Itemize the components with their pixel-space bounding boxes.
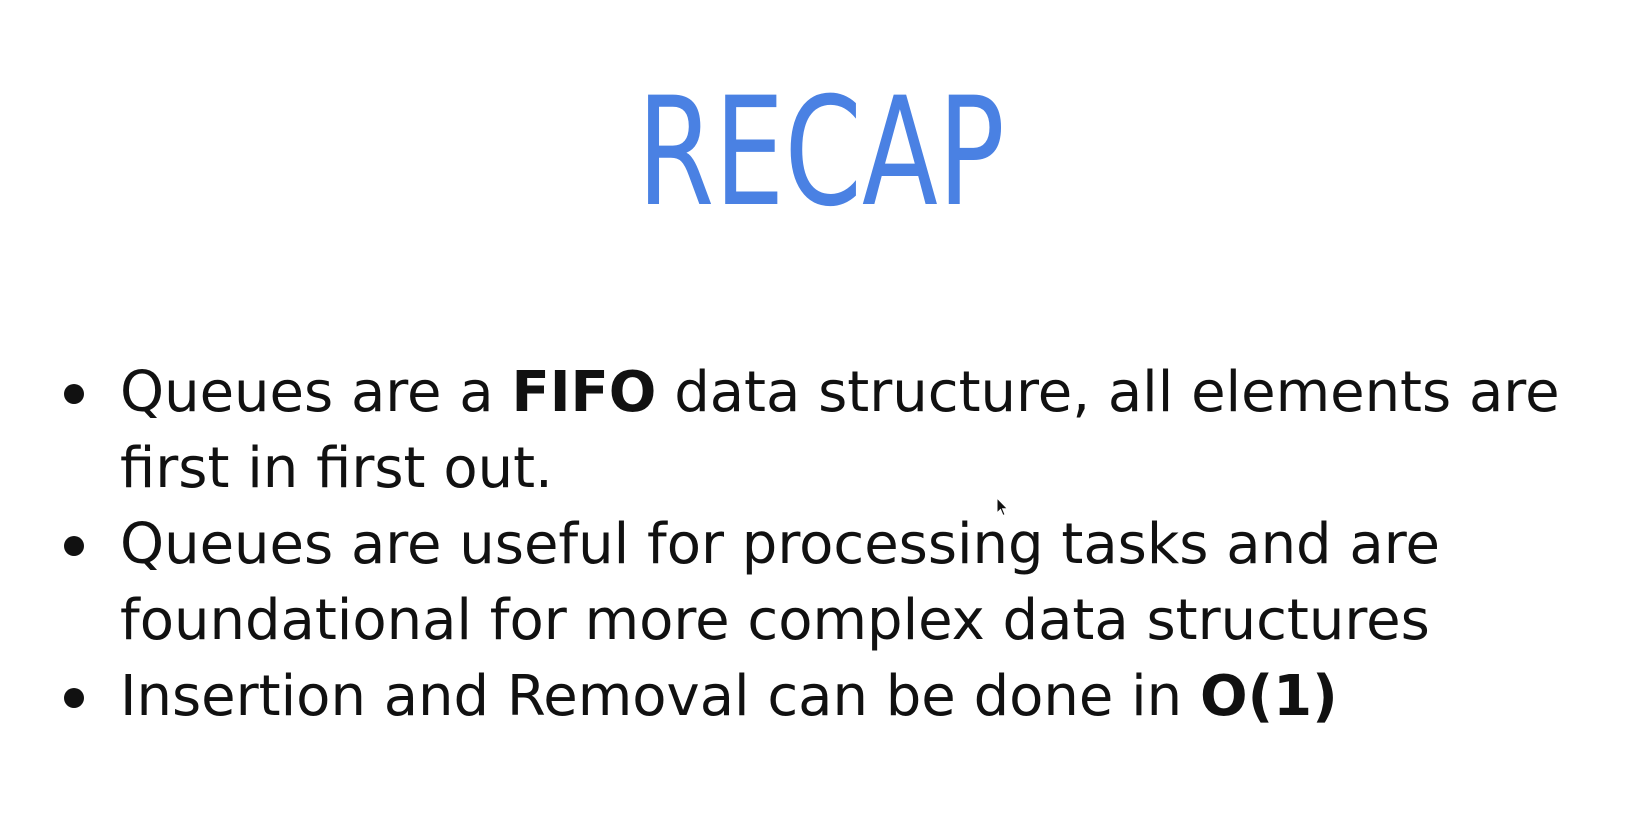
bullet-text-segment: Insertion and Removal can be done in [120, 664, 1200, 729]
mouse-pointer-icon [996, 497, 1009, 517]
bullet-item-fifo: Queues are a FIFO data structure, all el… [60, 355, 1620, 507]
bullet-text: Queues are a FIFO data structure, all el… [120, 360, 1560, 501]
bullet-bold-term: O(1) [1199, 664, 1338, 729]
bullet-dot-icon [64, 688, 84, 708]
slide: RECAP Queues are a FIFO data structure, … [0, 0, 1642, 818]
bullet-item-complexity: Insertion and Removal can be done in O(1… [60, 659, 1620, 735]
bullet-text-segment: Queues are useful for processing tasks a… [120, 512, 1440, 653]
bullet-text: Queues are useful for processing tasks a… [120, 512, 1440, 653]
bullet-dot-icon [64, 384, 84, 404]
bullet-text-segment: Queues are a [120, 360, 512, 425]
bullet-list: Queues are a FIFO data structure, all el… [60, 355, 1620, 735]
bullet-item-usefulness: Queues are useful for processing tasks a… [60, 507, 1620, 659]
bullet-dot-icon [64, 536, 84, 556]
bullet-text: Insertion and Removal can be done in O(1… [120, 664, 1338, 729]
slide-title: RECAP [637, 66, 1005, 240]
bullet-bold-term: FIFO [511, 360, 657, 425]
